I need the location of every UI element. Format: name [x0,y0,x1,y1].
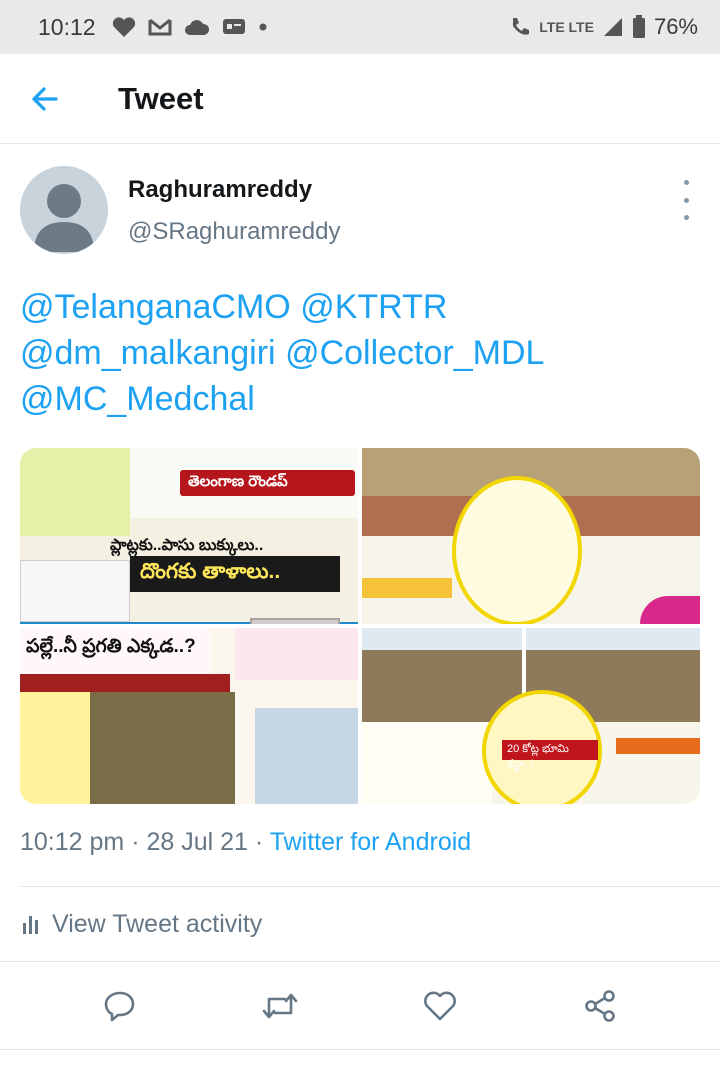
photo1-headline: దొంగకు తాళాలు.. [130,556,340,592]
page-title: Tweet [118,80,204,116]
more-options-button[interactable] [676,180,696,220]
media-photo-1[interactable]: తెలంగాణ రౌండప్ ప్లాట్లకు..పాసు బుక్కులు.… [20,448,358,624]
status-right: LTE LTE 76% [509,14,698,40]
notification-icons [112,16,268,38]
message-icon [222,19,245,34]
meta-separator: · [124,828,147,856]
battery-level: 76% [653,14,698,39]
heart-icon [424,991,456,1020]
tweet-meta: 10:12 pm · 28 Jul 21 · Twitter for Andro… [0,804,720,864]
default-avatar-icon [20,166,108,254]
retweet-button[interactable] [258,984,302,1028]
retweet-icon [262,993,298,1018]
media-photo-3[interactable]: పల్లే..నీ ప్రగతి ఎక్కడ..? [20,628,358,804]
view-tweet-activity[interactable]: View Tweet activity [0,887,720,961]
more-dot-icon [683,180,689,185]
author-handle[interactable]: @SRaghuramreddy [128,218,340,246]
mention-link[interactable]: @MC_Medchal [20,380,255,418]
media-photo-4[interactable]: 20 కోట్ల భూమి కబ్జా..! [362,628,700,804]
battery-icon [632,15,645,38]
avatar[interactable] [20,166,108,254]
more-dot-icon [683,215,689,220]
share-button[interactable] [578,984,622,1028]
tweet-actions [0,961,720,1049]
share-icon [585,989,615,1022]
back-button[interactable] [0,54,90,144]
bottom-divider [0,1049,720,1050]
call-icon [513,18,530,35]
mention-link[interactable]: @Collector_MDL [285,334,544,372]
more-dot-icon [683,197,689,203]
mention-link[interactable]: @KTRTR [300,288,447,326]
network-label: LTE LTE [539,19,594,35]
status-bar: 10:12 LTE LTE 76% [0,0,720,54]
heart-notification-icon [112,17,135,37]
tweet-body: @TelanganaCMO @KTRTR @dm_malkangiri @Col… [0,264,720,422]
photo4-caption: 20 కోట్ల భూమి కబ్జా..! [502,740,598,770]
status-time: 10:12 [38,13,96,40]
signal-icon [603,18,622,36]
author-name[interactable]: Raghuramreddy [128,176,340,204]
back-arrow-icon [32,86,58,111]
analytics-icon [23,916,38,934]
reply-icon [104,991,135,1021]
media-photo-2[interactable] [362,448,700,624]
tweet-time: 10:12 pm [20,828,125,856]
cloud-icon [184,20,209,35]
tweet-date: 28 Jul 21 [146,828,248,856]
tweet-media-grid: తెలంగాణ రౌండప్ ప్లాట్లకు..పాసు బుక్కులు.… [20,448,700,804]
mention-link[interactable]: @dm_malkangiri [20,334,276,372]
meta-separator: · [247,828,270,856]
mention-link[interactable]: @TelanganaCMO [20,288,291,326]
tweet-author: Raghuramreddy @SRaghuramreddy [0,144,720,264]
like-button[interactable] [418,984,462,1028]
reply-button[interactable] [98,984,142,1028]
author-names[interactable]: Raghuramreddy @SRaghuramreddy [128,166,340,264]
tweet-source-link[interactable]: Twitter for Android [270,828,471,856]
top-app-bar: Tweet [0,54,720,144]
gmail-icon [148,18,172,36]
photo1-lower-headline: పల్లే..నీ ప్రగతి ఎక్కడ..? [20,628,210,680]
dot-icon [259,23,267,31]
activity-label: View Tweet activity [52,909,263,938]
masthead: తెలంగాణ రౌండప్ [180,470,355,496]
